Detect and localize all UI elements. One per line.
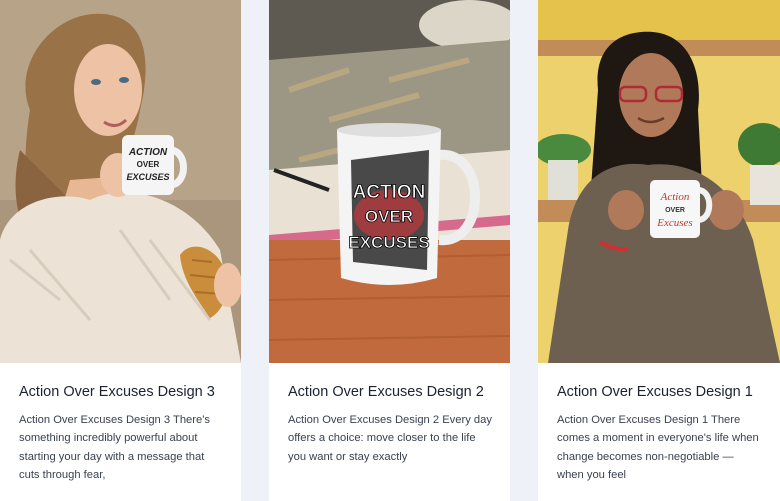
svg-text:ACTION: ACTION — [128, 147, 168, 158]
card-description: Action Over Excuses Design 3 There's som… — [19, 414, 210, 482]
card-title[interactable]: Action Over Excuses Design 3 — [19, 383, 223, 401]
product-photo-mug-on-table[interactable]: ACTION OVER EXCUSES — [269, 0, 510, 363]
svg-text:EXCUSES: EXCUSES — [126, 172, 169, 182]
svg-text:OVER: OVER — [365, 207, 413, 226]
svg-text:Action: Action — [660, 191, 690, 203]
svg-text:ACTION: ACTION — [353, 182, 426, 203]
svg-text:Excuses: Excuses — [656, 217, 692, 229]
svg-text:EXCUSES: EXCUSES — [348, 233, 429, 252]
product-photo-woman-with-mug[interactable]: ACTION OVER EXCUSES — [0, 0, 241, 363]
card-title[interactable]: Action Over Excuses Design 1 — [557, 383, 762, 401]
product-grid: ACTION OVER EXCUSES Action Over Excuses … — [0, 0, 780, 501]
svg-text:OVER: OVER — [137, 160, 160, 169]
product-card-design-2[interactable]: ACTION OVER EXCUSES Action Over Excuses … — [269, 0, 510, 501]
card-title[interactable]: Action Over Excuses Design 2 — [288, 383, 492, 401]
card-description: Action Over Excuses Design 1 There comes… — [557, 414, 759, 482]
product-photo-woman-with-glasses[interactable]: Action OVER Excuses — [538, 0, 780, 363]
product-card-design-1[interactable]: Action OVER Excuses Action Over Excuses … — [538, 0, 780, 501]
svg-text:OVER: OVER — [665, 207, 685, 214]
product-card-design-3[interactable]: ACTION OVER EXCUSES Action Over Excuses … — [0, 0, 241, 501]
card-description: Action Over Excuses Design 2 Every day o… — [288, 414, 492, 463]
